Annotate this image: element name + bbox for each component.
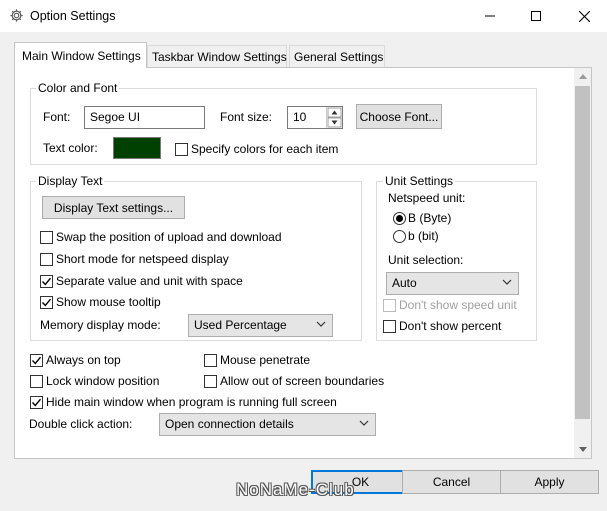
dont-show-percent-label: Don't show percent [399, 319, 502, 333]
cancel-button[interactable]: Cancel [402, 470, 501, 494]
double-click-action-value: Open connection details [165, 417, 294, 431]
separate-unit-checkbox[interactable] [40, 275, 53, 288]
font-size-label: Font size: [220, 110, 273, 124]
mouse-tooltip-checkbox[interactable] [40, 296, 53, 309]
chevron-down-icon [578, 447, 587, 452]
bit-radio[interactable] [393, 230, 406, 243]
tab-main-window-settings[interactable]: Main Window Settings [14, 42, 147, 68]
tab-general-settings[interactable]: General Settings [289, 45, 385, 67]
separate-unit-label: Separate value and unit with space [56, 274, 243, 288]
byte-radio[interactable] [393, 212, 406, 225]
checkmark-icon [31, 356, 42, 365]
unit-selection-select[interactable]: Auto [386, 272, 519, 295]
byte-label: B (Byte) [408, 211, 452, 225]
short-mode-checkbox[interactable] [40, 253, 53, 266]
memory-mode-label: Memory display mode: [40, 318, 161, 332]
close-icon [578, 10, 590, 22]
font-name-field[interactable]: Segoe UI [84, 106, 205, 129]
display-text-group-title: Display Text [36, 174, 105, 188]
font-label: Font: [43, 110, 71, 124]
chevron-down-icon [359, 420, 369, 426]
chevron-down-icon [316, 321, 326, 327]
checkmark-icon [41, 298, 52, 307]
dont-show-speed-unit-checkbox[interactable] [383, 299, 396, 312]
swap-position-label: Swap the position of upload and download [56, 230, 282, 244]
chevron-up-icon [578, 74, 587, 79]
scroll-up-button[interactable] [574, 68, 591, 85]
text-color-label: Text color: [43, 141, 98, 155]
lock-window-position-checkbox[interactable] [30, 375, 43, 388]
allow-out-of-screen-label: Allow out of screen boundaries [220, 374, 385, 388]
dont-show-speed-unit-label: Don't show speed unit [399, 298, 517, 312]
unit-settings-group-title: Unit Settings [383, 174, 456, 188]
scroll-thumb[interactable] [575, 86, 590, 419]
always-on-top-checkbox[interactable] [30, 354, 43, 367]
mouse-penetrate-checkbox[interactable] [204, 354, 217, 367]
minimize-icon [485, 15, 495, 17]
mouse-tooltip-label: Show mouse tooltip [56, 295, 161, 309]
memory-mode-value: Used Percentage [194, 318, 287, 332]
allow-out-of-screen-checkbox[interactable] [204, 375, 217, 388]
dont-show-percent-checkbox[interactable] [383, 320, 396, 333]
memory-mode-select[interactable]: Used Percentage [188, 314, 333, 337]
unit-selection-value: Auto [392, 276, 417, 290]
choose-font-button[interactable]: Choose Font... [356, 104, 442, 129]
short-mode-label: Short mode for netspeed display [56, 252, 229, 266]
checkmark-icon [41, 277, 52, 286]
chevron-down-icon [502, 279, 512, 285]
gear-icon [9, 8, 24, 23]
watermark: NoNaMe-Club [236, 480, 355, 499]
close-button[interactable] [561, 0, 607, 32]
lock-window-position-label: Lock window position [46, 374, 160, 388]
swap-position-checkbox[interactable] [40, 231, 53, 244]
maximize-icon [531, 11, 541, 21]
text-color-swatch[interactable] [113, 137, 161, 159]
netspeed-unit-label: Netspeed unit: [388, 191, 466, 205]
specify-colors-label: Specify colors for each item [191, 142, 339, 156]
color-font-group-title: Color and Font [36, 81, 120, 95]
hide-main-window-label: Hide main window when program is running… [46, 395, 337, 409]
specify-colors-checkbox[interactable] [175, 143, 188, 156]
window-title: Option Settings [30, 9, 116, 23]
spin-arrows-icon [327, 107, 342, 128]
checkmark-icon [31, 398, 42, 407]
radio-selected-dot [396, 215, 403, 222]
tab-taskbar-window-settings[interactable]: Taskbar Window Settings [147, 45, 287, 67]
maximize-button[interactable] [513, 0, 559, 32]
double-click-action-select[interactable]: Open connection details [159, 413, 376, 436]
scroll-down-button[interactable] [574, 441, 591, 458]
always-on-top-label: Always on top [46, 353, 121, 367]
font-size-value: 10 [293, 110, 307, 124]
apply-button[interactable]: Apply [500, 470, 599, 494]
bit-label: b (bit) [408, 229, 439, 243]
hide-main-window-checkbox[interactable] [30, 396, 43, 409]
font-size-spin[interactable] [326, 107, 342, 128]
mouse-penetrate-label: Mouse penetrate [220, 353, 311, 367]
unit-selection-label: Unit selection: [388, 253, 464, 267]
display-text-settings-button[interactable]: Display Text settings... [42, 196, 185, 219]
minimize-button[interactable] [467, 0, 513, 32]
double-click-action-label: Double click action: [29, 417, 133, 431]
